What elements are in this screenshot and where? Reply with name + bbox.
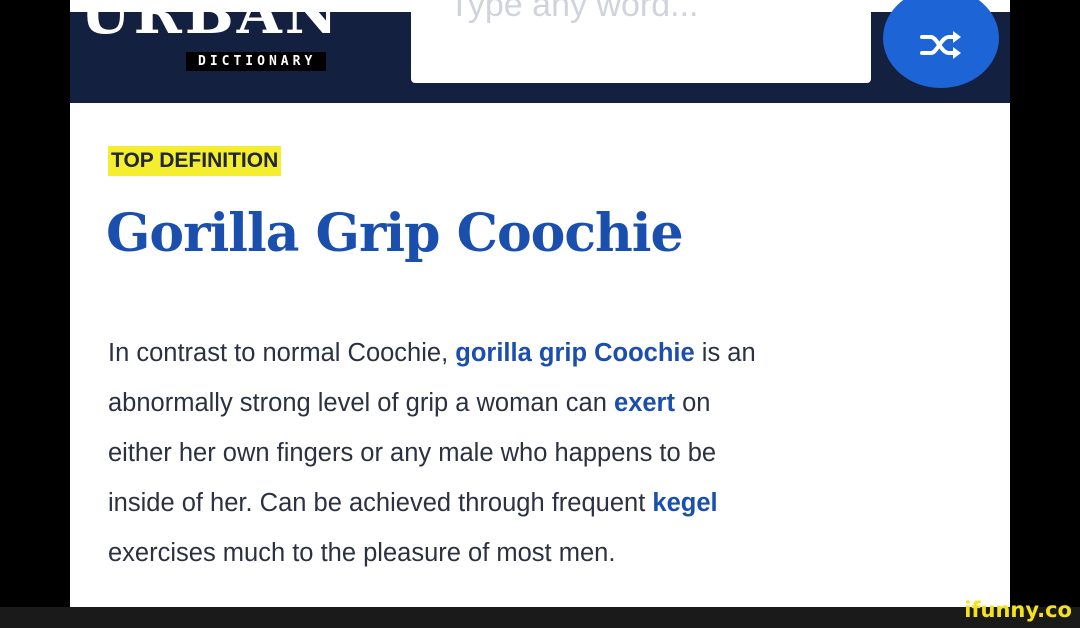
meaning-text: on — [674, 389, 711, 417]
random-word-button[interactable] — [883, 0, 999, 88]
term-link-exert[interactable]: exert — [614, 389, 675, 417]
meaning-line: In contrast to normal Coochie, gorilla g… — [108, 328, 988, 378]
screenshot-frame: URBAN DICTIONARY Type any word... TOP DE… — [70, 0, 1010, 607]
definition-meaning: In contrast to normal Coochie, gorilla g… — [108, 328, 988, 578]
meaning-text: inside of her. Can be achieved through f… — [108, 489, 653, 517]
top-definition-badge: TOP DEFINITION — [108, 146, 282, 176]
meaning-text: is an — [694, 339, 756, 367]
bottom-bar — [0, 607, 1080, 628]
ifunny-watermark: ifunny.co — [964, 598, 1072, 622]
logo-wordmark[interactable]: URBAN — [80, 0, 341, 42]
shuffle-icon — [920, 31, 961, 59]
meaning-text: abnormally strong level of grip a woman … — [108, 389, 615, 417]
meaning-line: inside of her. Can be achieved through f… — [108, 478, 988, 528]
meaning-line: either her own fingers or any male who h… — [108, 439, 717, 467]
header-bar: URBAN DICTIONARY Type any word... — [70, 0, 1010, 103]
meaning-line: abnormally strong level of grip a woman … — [108, 378, 988, 428]
search-input[interactable]: Type any word... — [411, 0, 871, 83]
term-link-kegel[interactable]: kegel — [652, 489, 717, 517]
entry-word-link[interactable]: Gorilla Grip Coochie — [106, 208, 684, 260]
term-link-gorilla-grip-coochie[interactable]: gorilla grip Coochie — [455, 339, 694, 367]
meaning-text: In contrast to normal Coochie, — [108, 339, 456, 367]
search-placeholder: Type any word... — [449, 0, 699, 24]
logo-subtitle[interactable]: DICTIONARY — [186, 52, 327, 71]
meaning-line: exercises much to the pleasure of most m… — [108, 539, 616, 567]
